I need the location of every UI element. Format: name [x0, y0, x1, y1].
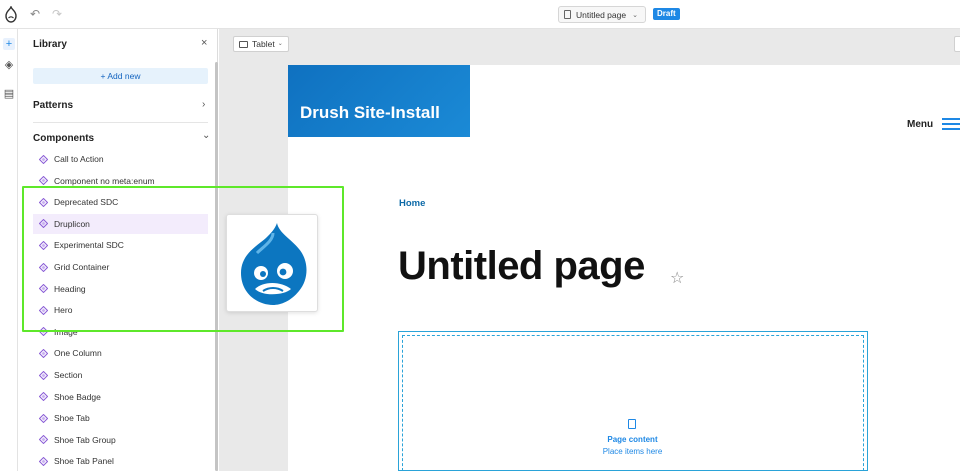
- list-item[interactable]: Shoe Tab: [33, 408, 208, 428]
- component-label: Component no meta:enum: [54, 175, 155, 186]
- viewport-selector[interactable]: Tablet ⌄: [233, 36, 289, 52]
- list-item[interactable]: Grid Container: [33, 257, 208, 277]
- list-item[interactable]: Shoe Badge: [33, 387, 208, 407]
- breadcrumb-home-link[interactable]: Home: [399, 198, 425, 209]
- site-branding[interactable]: Drush Site-Install: [288, 65, 470, 137]
- component-icon: [39, 392, 48, 402]
- layers-icon[interactable]: ◈: [3, 59, 15, 71]
- hamburger-icon[interactable]: [942, 118, 960, 131]
- component-label: Image: [54, 326, 78, 337]
- component-icon: [39, 284, 48, 294]
- list-item[interactable]: Hero: [33, 300, 208, 320]
- list-item[interactable]: One Column: [33, 343, 208, 363]
- component-icon: [39, 456, 48, 466]
- patterns-section[interactable]: Patterns: [33, 100, 73, 111]
- chevron-down-icon: ⌄: [277, 41, 283, 47]
- dropzone-title: Page content: [607, 435, 658, 444]
- document-icon: [628, 419, 636, 429]
- star-icon[interactable]: ☆: [670, 268, 684, 288]
- library-title: Library: [33, 39, 67, 50]
- left-rail: + ◈ ▤: [0, 29, 18, 471]
- component-label: Experimental SDC: [54, 240, 124, 251]
- component-label: One Column: [54, 348, 102, 359]
- undo-icon[interactable]: ↶: [30, 7, 40, 21]
- component-label: Hero: [54, 305, 73, 316]
- list-item[interactable]: Shoe Tab Group: [33, 430, 208, 450]
- list-item[interactable]: Section: [33, 365, 208, 385]
- list-item[interactable]: Shoe Tab Panel: [33, 451, 208, 471]
- component-label: Shoe Badge: [54, 391, 101, 402]
- redo-icon[interactable]: ↷: [52, 7, 62, 21]
- page-selector[interactable]: Untitled page ⌄: [558, 6, 646, 23]
- component-label: Druplicon: [54, 218, 90, 229]
- component-label: Shoe Tab Panel: [54, 456, 114, 467]
- component-icon: [39, 262, 48, 272]
- component-label: Deprecated SDC: [54, 197, 119, 208]
- list-item[interactable]: Druplicon: [33, 213, 208, 234]
- components-section[interactable]: Components: [33, 133, 94, 144]
- site-name: Drush Site-Install: [300, 103, 440, 122]
- plus-icon[interactable]: +: [3, 38, 15, 50]
- menu-label[interactable]: Menu: [907, 119, 933, 130]
- dropzone-subtitle: Place items here: [602, 447, 663, 456]
- component-icon: [39, 219, 48, 229]
- drag-preview[interactable]: [226, 214, 318, 312]
- status-badge: Draft: [653, 8, 680, 20]
- viewport-label: Tablet: [252, 39, 275, 49]
- library-scrollbar[interactable]: [215, 62, 218, 471]
- component-label: Section: [54, 370, 83, 380]
- list-item[interactable]: Call to Action: [33, 149, 208, 169]
- drupal-logo-icon[interactable]: [3, 6, 19, 23]
- component-icon: [39, 154, 48, 164]
- component-icon: [39, 197, 48, 207]
- component-icon: [39, 305, 48, 315]
- component-icon: [39, 370, 48, 380]
- component-label: Shoe Tab: [54, 413, 90, 424]
- list-item[interactable]: Component no meta:enum: [33, 171, 208, 191]
- component-icon: [39, 348, 48, 358]
- component-icon: [39, 413, 48, 423]
- component-label: Call to Action: [54, 154, 104, 164]
- list-item[interactable]: Heading: [33, 279, 208, 299]
- list-item[interactable]: Image: [33, 322, 208, 342]
- chevron-down-icon[interactable]: ⌄: [202, 130, 210, 141]
- list-item[interactable]: Deprecated SDC: [33, 192, 208, 212]
- page-title: Untitled page: [398, 244, 645, 288]
- component-label: Shoe Tab Group: [54, 434, 116, 445]
- component-icon: [39, 176, 48, 186]
- top-toolbar: ↶ ↷ Untitled page ⌄ Draft: [0, 0, 960, 29]
- document-icon: [564, 10, 571, 19]
- component-icon: [39, 435, 48, 445]
- page-name: Untitled page: [576, 9, 627, 20]
- component-icon: [39, 327, 48, 337]
- add-new-button[interactable]: + Add new: [33, 68, 208, 84]
- component-label: Grid Container: [54, 262, 110, 272]
- divider: [33, 122, 208, 123]
- druplicon-icon: [241, 223, 307, 305]
- page-icon[interactable]: ▤: [3, 88, 15, 100]
- component-icon: [39, 240, 48, 250]
- tablet-icon: [239, 40, 248, 48]
- list-item[interactable]: Experimental SDC: [33, 235, 208, 255]
- canvas-option-button[interactable]: [954, 36, 960, 52]
- component-label: Heading: [54, 283, 86, 294]
- chevron-down-icon: ⌄: [632, 11, 638, 19]
- library-panel: Library × + Add new Patterns › Component…: [22, 29, 218, 471]
- chevron-right-icon[interactable]: ›: [202, 99, 205, 110]
- close-icon[interactable]: ×: [201, 37, 207, 49]
